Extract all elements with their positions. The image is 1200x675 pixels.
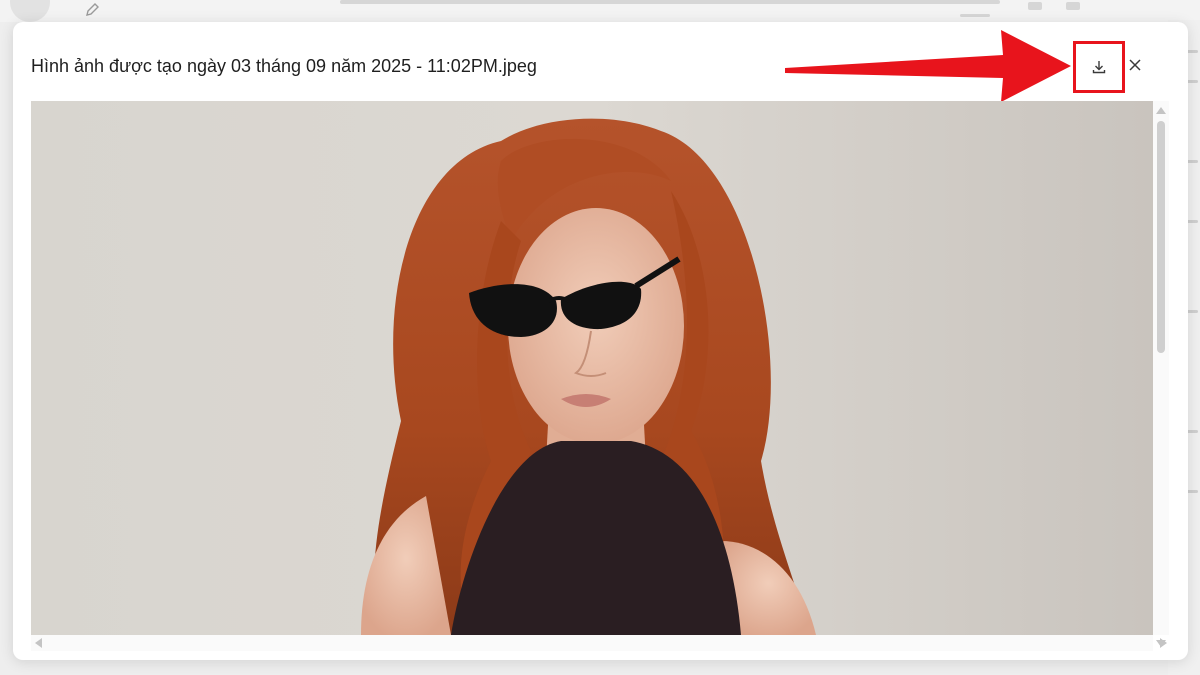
background-text-line: [960, 14, 990, 17]
background-toolbar-icon: [1066, 2, 1080, 10]
portrait-image: [31, 101, 1153, 635]
image-viewport[interactable]: [31, 101, 1153, 635]
scroll-right-arrow-icon[interactable]: [1160, 638, 1167, 648]
vertical-scrollbar[interactable]: [1153, 101, 1169, 647]
background-text-line: [340, 0, 1000, 4]
annotation-arrow: [785, 30, 1071, 102]
close-button[interactable]: [1124, 54, 1146, 76]
image-preview-dialog: Hình ảnh được tạo ngày 03 tháng 09 năm 2…: [13, 22, 1188, 660]
close-icon: [1129, 59, 1141, 71]
scroll-up-arrow-icon[interactable]: [1156, 107, 1166, 114]
scroll-left-arrow-icon[interactable]: [35, 638, 42, 648]
download-button[interactable]: [1073, 41, 1125, 93]
background-toolbar-icon: [1028, 2, 1042, 10]
horizontal-scrollbar[interactable]: [31, 635, 1167, 651]
pencil-icon: [86, 3, 99, 16]
download-icon: [1092, 61, 1106, 74]
vertical-scroll-thumb[interactable]: [1157, 121, 1165, 353]
image-filename-title: Hình ảnh được tạo ngày 03 tháng 09 năm 2…: [31, 56, 537, 76]
